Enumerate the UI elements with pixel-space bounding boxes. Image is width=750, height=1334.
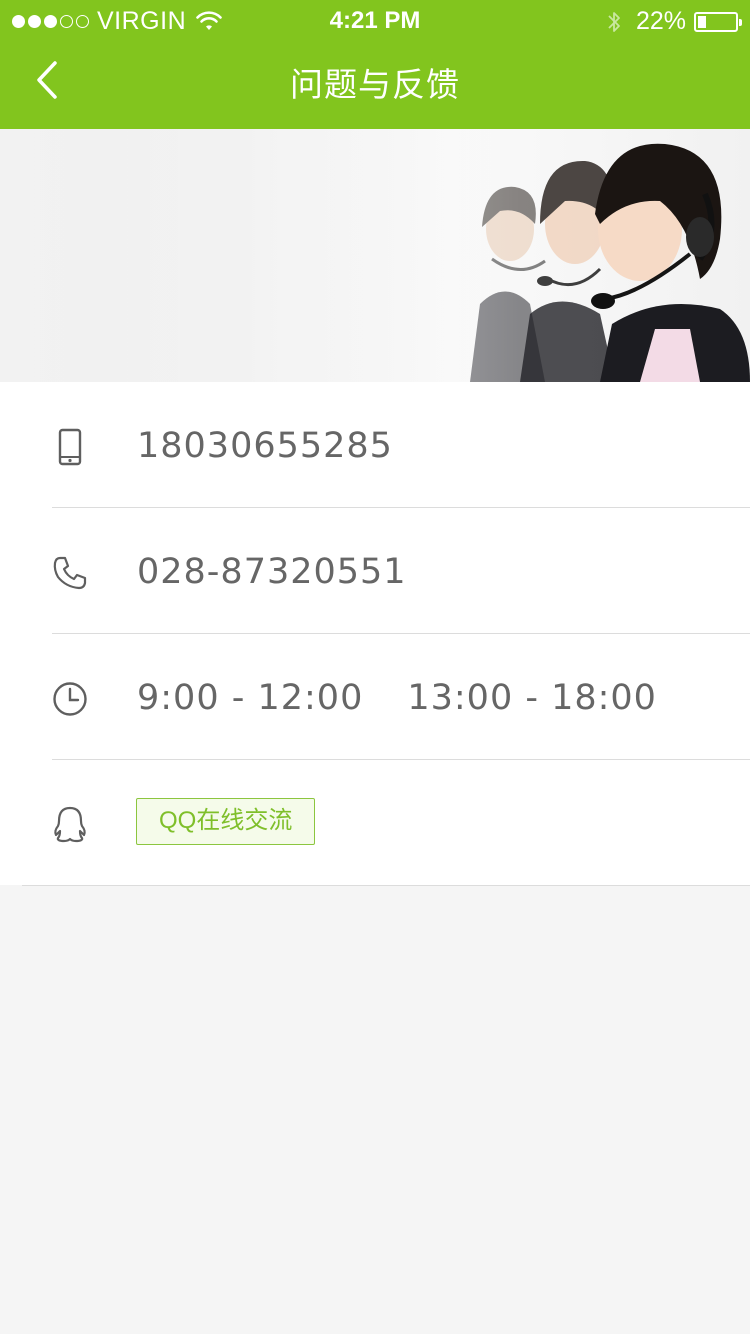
- contact-row-mobile[interactable]: 18030655285: [0, 382, 750, 508]
- contact-row-hours: 9:00 - 12:00 13:00 - 18:00: [0, 634, 750, 760]
- app-header: VIRGIN 4:21 PM 22% 问题与反馈: [0, 0, 750, 129]
- call-center-agents-illustration: [0, 129, 750, 382]
- contact-row-landline[interactable]: 028-87320551: [0, 508, 750, 634]
- afternoon-hours: 13:00 - 18:00: [407, 678, 657, 718]
- mobile-phone-icon: [50, 427, 90, 467]
- customer-service-banner-image: [0, 129, 750, 382]
- service-hours: 9:00 - 12:00 13:00 - 18:00: [137, 678, 657, 718]
- clock-icon: [50, 679, 90, 719]
- telephone-icon: [50, 553, 90, 593]
- contact-info-list: 18030655285 028-87320551 9:00 - 12:00 13…: [0, 382, 750, 886]
- qq-penguin-icon: [50, 805, 90, 845]
- bluetooth-icon: [608, 11, 620, 32]
- battery-icon: [694, 11, 742, 32]
- divider: [22, 885, 750, 886]
- landline-number: 028-87320551: [137, 552, 407, 592]
- battery-percentage: 22%: [635, 7, 686, 35]
- battery-level-fill: [698, 15, 706, 28]
- contact-row-qq: QQ在线交流: [0, 760, 750, 886]
- navigation-bar: 问题与反馈: [0, 40, 750, 129]
- page-title: 问题与反馈: [290, 66, 460, 103]
- qq-chat-button[interactable]: QQ在线交流: [136, 798, 316, 845]
- status-bar: VIRGIN 4:21 PM 22%: [0, 0, 750, 40]
- status-right: 22%: [606, 7, 742, 36]
- morning-hours: 9:00 - 12:00: [137, 678, 364, 718]
- mobile-number: 18030655285: [137, 426, 393, 466]
